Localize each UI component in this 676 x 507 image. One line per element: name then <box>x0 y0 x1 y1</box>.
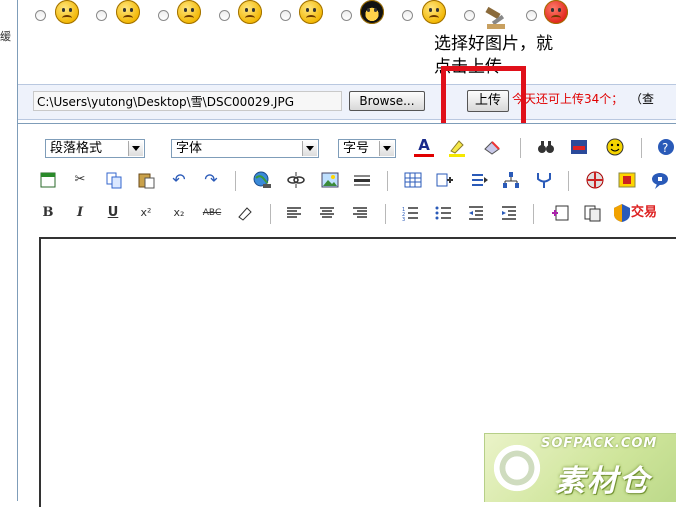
chevron-down-icon <box>128 141 143 156</box>
insert-table-icon[interactable] <box>403 170 423 190</box>
trade-button[interactable]: 交易 <box>613 203 673 223</box>
font-value: 字体 <box>176 141 203 156</box>
toolbar-separator <box>385 204 386 224</box>
emoticon-radio[interactable] <box>96 10 107 21</box>
emoticon-radio[interactable] <box>280 10 291 21</box>
smiley-icon[interactable] <box>605 137 625 157</box>
align-left-icon[interactable] <box>284 203 304 223</box>
ordered-list-icon[interactable]: 123 <box>400 203 420 223</box>
wink-face-icon[interactable] <box>299 0 323 24</box>
chevron-down-icon <box>379 141 394 156</box>
crying-face-icon[interactable] <box>177 0 201 24</box>
paragraph-format-value: 段落格式 <box>50 141 103 156</box>
toolbar-separator <box>533 204 534 224</box>
watermark-emblem-icon <box>491 440 543 496</box>
paragraph-format-select[interactable]: 段落格式 <box>45 139 145 158</box>
align-right-icon[interactable] <box>350 203 370 223</box>
insert-row-icon[interactable] <box>435 170 455 190</box>
emoticon-radio[interactable] <box>341 10 352 21</box>
insert-image-icon[interactable] <box>320 170 340 190</box>
align-center-icon[interactable] <box>317 203 337 223</box>
strikethrough-button[interactable]: ABC <box>199 203 225 223</box>
eraser-format-icon[interactable] <box>482 137 502 157</box>
unlink-icon[interactable] <box>286 170 306 190</box>
media-icon[interactable] <box>585 170 605 190</box>
question-face-icon[interactable] <box>55 0 79 24</box>
font-size-value: 字号 <box>343 141 370 156</box>
upload-quota-text: 今天还可上传34个； <box>512 92 624 106</box>
unordered-list-icon[interactable] <box>433 203 453 223</box>
watermark-site-text: SOFPACK.COM <box>541 436 658 451</box>
cut-icon[interactable]: ✂ <box>70 170 90 190</box>
svg-text:3: 3 <box>402 217 405 223</box>
insert-code-icon[interactable] <box>582 203 602 223</box>
insert-quote-icon[interactable] <box>550 203 570 223</box>
copy-icon[interactable] <box>104 170 124 190</box>
quota-query-link[interactable]: （查 <box>630 90 654 107</box>
emoticon-radio[interactable] <box>219 10 230 21</box>
svg-text:?: ? <box>662 141 668 155</box>
merge-cell-icon[interactable] <box>534 170 554 190</box>
undo-icon[interactable]: ↶ <box>169 170 189 190</box>
highlight-box <box>441 66 526 130</box>
bold-button[interactable]: B <box>38 203 58 223</box>
new-document-icon[interactable] <box>38 170 58 190</box>
toolbar-separator <box>270 204 271 224</box>
insert-link-globe-icon[interactable] <box>252 170 272 190</box>
toolbar-separator <box>520 138 521 158</box>
quote-bubble-icon[interactable] <box>650 170 670 190</box>
font-color-icon[interactable]: A <box>414 137 434 157</box>
watermark-brand-text: 素材仓 <box>555 464 651 499</box>
toolbar-separator <box>641 138 642 158</box>
chevron-down-icon <box>302 141 317 156</box>
emoticon-radio[interactable] <box>35 10 46 21</box>
toolbar-separator <box>387 171 388 191</box>
italic-button[interactable]: I <box>70 203 90 223</box>
special-char-icon[interactable] <box>569 137 589 157</box>
horizontal-rule-icon[interactable] <box>352 170 372 190</box>
underline-button[interactable]: U <box>103 203 123 223</box>
paste-icon[interactable] <box>136 170 156 190</box>
insert-column-icon[interactable] <box>469 170 489 190</box>
emoticon-radio[interactable] <box>402 10 413 21</box>
highlight-color-icon[interactable] <box>447 137 467 157</box>
outdent-icon[interactable] <box>466 203 486 223</box>
redo-icon[interactable]: ↷ <box>201 170 221 190</box>
trade-label: 交易 <box>631 205 658 220</box>
flash-icon[interactable] <box>617 170 637 190</box>
shocked-face-icon[interactable] <box>238 0 262 24</box>
browse-button[interactable]: Browse... <box>349 91 425 111</box>
remove-format-icon[interactable] <box>235 203 255 223</box>
emoticon-radio[interactable] <box>158 10 169 21</box>
indent-icon[interactable] <box>499 203 519 223</box>
sad-face-icon[interactable] <box>422 0 446 24</box>
angry-face-icon[interactable] <box>116 0 140 24</box>
font-size-select[interactable]: 字号 <box>338 139 396 158</box>
toolbar-separator <box>235 171 236 191</box>
emoticon-radio[interactable] <box>526 10 537 21</box>
font-select[interactable]: 字体 <box>171 139 319 158</box>
annotation-line-1: 选择好图片，就 <box>434 34 553 54</box>
blackface-icon[interactable] <box>360 0 384 24</box>
file-path-input[interactable]: C:\Users\yutong\Desktop\雪\DSC00029.JPG <box>33 91 342 111</box>
subscript-button[interactable]: x₂ <box>169 203 189 223</box>
sidebar-fragment-text: 缓 <box>0 30 11 43</box>
red-angry-face-icon[interactable] <box>544 0 568 24</box>
toolbar-separator <box>568 171 569 191</box>
watermark-logo: SOFPACK.COM 素材仓 <box>484 433 676 502</box>
superscript-button[interactable]: x² <box>136 203 156 223</box>
help-icon[interactable]: ? <box>656 137 676 157</box>
find-binoculars-icon[interactable] <box>536 137 556 157</box>
emoticon-radio[interactable] <box>464 10 475 21</box>
split-cell-icon[interactable] <box>501 170 521 190</box>
tools-icon[interactable] <box>483 6 509 32</box>
